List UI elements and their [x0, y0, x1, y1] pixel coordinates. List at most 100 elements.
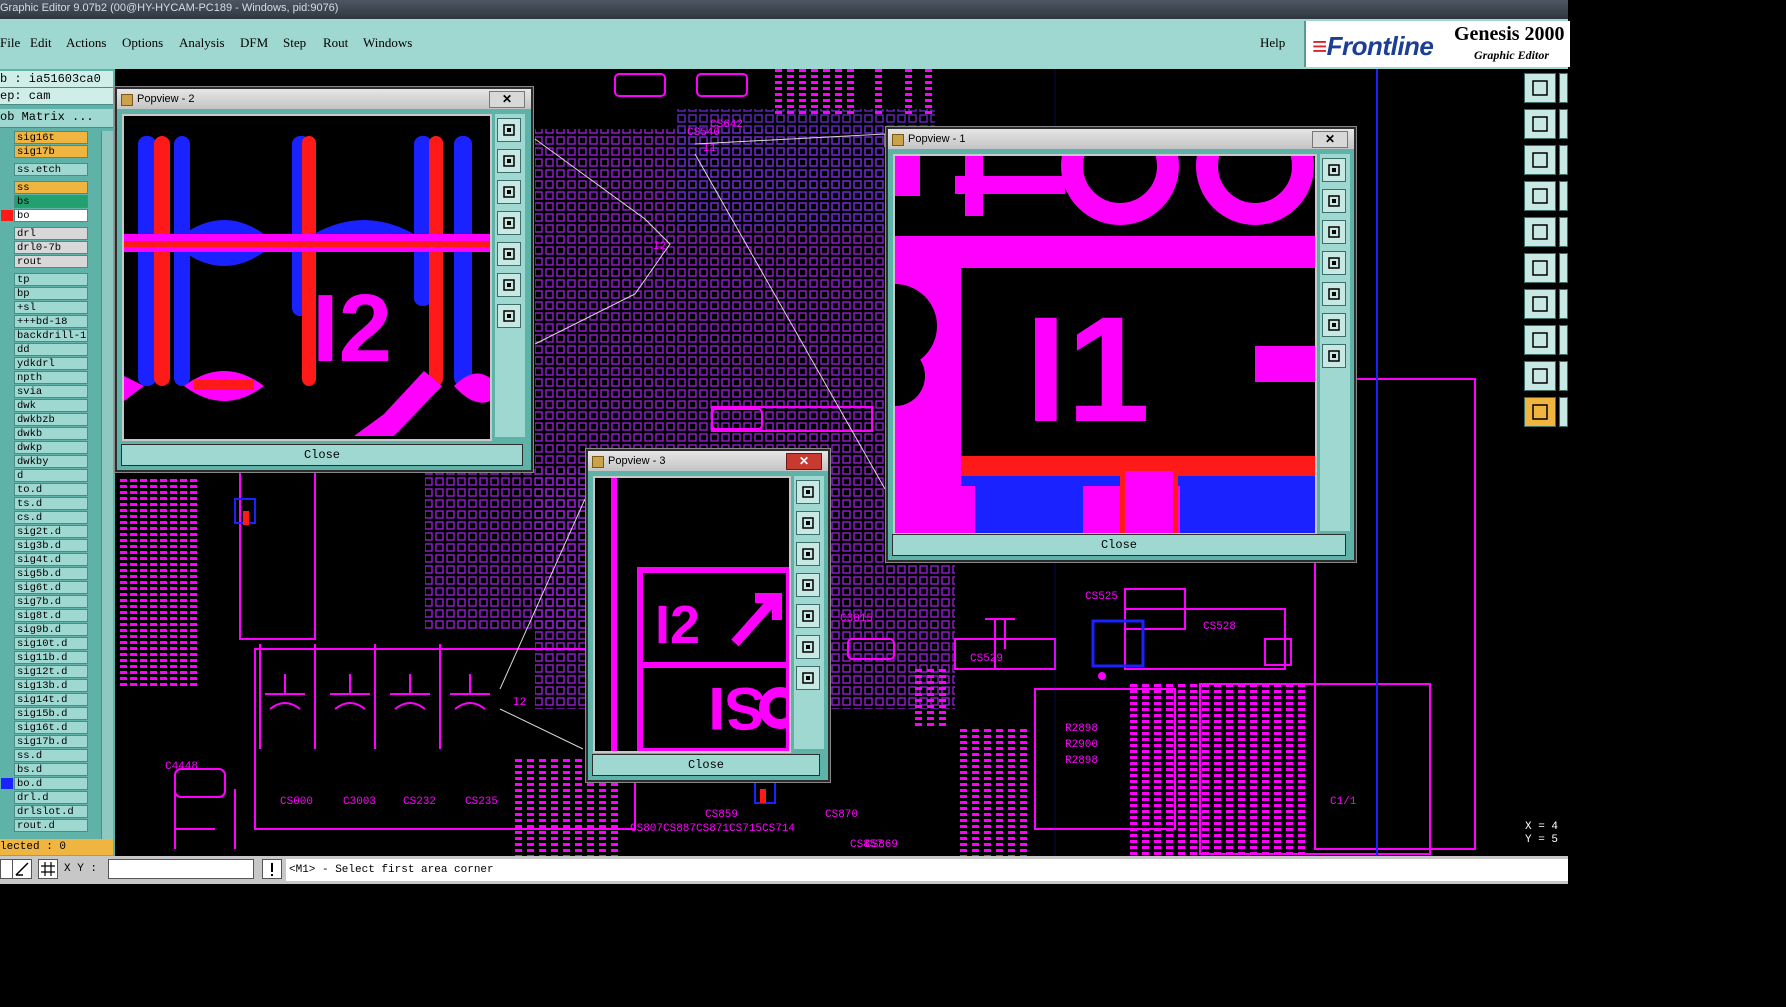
- layer-item[interactable]: sig2t.d: [14, 525, 88, 538]
- layer-item[interactable]: dd: [14, 343, 88, 356]
- delete-icon[interactable]: [1524, 361, 1556, 391]
- zoom-fit-icon[interactable]: [1322, 158, 1346, 182]
- layer-item[interactable]: sig12t.d: [14, 665, 88, 678]
- popview-3-window[interactable]: Popview - 3 ✕ I2 SI Close: [586, 449, 830, 782]
- menu-analysis[interactable]: Analysis: [179, 35, 225, 51]
- layer-item[interactable]: dwk: [14, 399, 88, 412]
- zoom-home-icon[interactable]: [497, 273, 521, 297]
- connect-icon[interactable]: [1524, 253, 1556, 283]
- layer-item[interactable]: ydkdrl: [14, 357, 88, 370]
- layer-item[interactable]: to.d: [14, 483, 88, 496]
- zoom-in-icon[interactable]: [796, 511, 820, 535]
- layer-item[interactable]: bo: [14, 209, 88, 222]
- layer-item[interactable]: bs.d: [14, 763, 88, 776]
- panel-icon[interactable]: [1524, 109, 1556, 139]
- popview-3-titlebar[interactable]: Popview - 3 ✕: [588, 451, 828, 471]
- zoom-fit-icon[interactable]: [796, 480, 820, 504]
- layer-item[interactable]: drl: [14, 227, 88, 240]
- layer-item[interactable]: sig14t.d: [14, 693, 88, 706]
- layer-item[interactable]: backdrill-18: [14, 329, 88, 342]
- menu-rout[interactable]: Rout: [323, 35, 348, 51]
- job-matrix-button[interactable]: ob Matrix ...: [0, 109, 113, 128]
- popview-1-close-button[interactable]: Close: [892, 534, 1346, 556]
- pan-right-icon[interactable]: [497, 242, 521, 266]
- layer-item[interactable]: sig3b.d: [14, 539, 88, 552]
- snap-icon[interactable]: [1524, 217, 1556, 247]
- layer-item[interactable]: sig10t.d: [14, 637, 88, 650]
- open-icon[interactable]: [1524, 73, 1556, 103]
- layer-item[interactable]: sig17b.d: [14, 735, 88, 748]
- delete-alt-icon[interactable]: [1559, 361, 1568, 391]
- layer-item[interactable]: sig13b.d: [14, 679, 88, 692]
- popview-2-window[interactable]: Popview - 2 ✕ I2 Close: [115, 87, 533, 472]
- zoom-out-icon[interactable]: [1322, 220, 1346, 244]
- layer-item[interactable]: +++bd-18: [14, 315, 88, 328]
- layer-item[interactable]: dwkbzb: [14, 413, 88, 426]
- pan-right-icon[interactable]: [1322, 282, 1346, 306]
- layer-item[interactable]: drl0-7b: [14, 241, 88, 254]
- layer-item[interactable]: ss.etch: [14, 163, 88, 176]
- xy-input[interactable]: [108, 859, 254, 879]
- layer-item[interactable]: sig11b.d: [14, 651, 88, 664]
- menu-file[interactable]: File: [0, 35, 20, 51]
- popview-3-view[interactable]: I2 SI: [593, 476, 791, 753]
- layer-item[interactable]: sig17b: [14, 145, 88, 158]
- close-icon[interactable]: ✕: [1312, 131, 1348, 148]
- popview-1-window[interactable]: Popview - 1 ✕ I1 Close: [886, 127, 1356, 562]
- layer-item[interactable]: bo.d: [14, 777, 88, 790]
- layer-item[interactable]: sig7b.d: [14, 595, 88, 608]
- layer-item[interactable]: sig16t.d: [14, 721, 88, 734]
- pan-left-icon[interactable]: [1322, 251, 1346, 275]
- zoom-home-icon[interactable]: [1322, 313, 1346, 337]
- menu-windows[interactable]: Windows: [363, 35, 412, 51]
- open-alt-icon[interactable]: [1559, 73, 1568, 103]
- layer-item[interactable]: ss: [14, 181, 88, 194]
- layer-item[interactable]: sig16t: [14, 131, 88, 144]
- measure-alt-icon[interactable]: [1559, 289, 1568, 319]
- zoom-fit-alt-icon[interactable]: [1559, 145, 1568, 175]
- layer-item[interactable]: sig4t.d: [14, 553, 88, 566]
- popview-1-view[interactable]: I1: [893, 154, 1317, 535]
- popview-2-close-button[interactable]: Close: [121, 444, 523, 466]
- layer-item[interactable]: rout: [14, 255, 88, 268]
- zoom-out-icon[interactable]: [497, 180, 521, 204]
- layer-item[interactable]: rout.d: [14, 819, 88, 832]
- menu-actions[interactable]: Actions: [66, 35, 106, 51]
- zoom-area-icon[interactable]: [497, 304, 521, 328]
- layer-icon[interactable]: [1524, 181, 1556, 211]
- grid-icon[interactable]: [38, 859, 58, 879]
- measure-icon[interactable]: [1524, 289, 1556, 319]
- select-arrow-icon[interactable]: [1524, 397, 1556, 427]
- query-alt-icon[interactable]: [1559, 325, 1568, 355]
- panel-alt-icon[interactable]: [1559, 109, 1568, 139]
- query-icon[interactable]: [1524, 325, 1556, 355]
- zoom-fit-icon[interactable]: [1524, 145, 1556, 175]
- layer-item[interactable]: npth: [14, 371, 88, 384]
- layer-item[interactable]: ts.d: [14, 497, 88, 510]
- zoom-area-icon[interactable]: [796, 666, 820, 690]
- layer-scrollbar[interactable]: [101, 131, 113, 843]
- pan-left-icon[interactable]: [796, 573, 820, 597]
- popview-3-close-button[interactable]: Close: [592, 754, 820, 776]
- menu-help[interactable]: Help: [1260, 35, 1285, 51]
- menu-edit[interactable]: Edit: [30, 35, 52, 51]
- connect-alt-icon[interactable]: [1559, 253, 1568, 283]
- popview-2-view[interactable]: I2: [122, 114, 492, 441]
- layer-item[interactable]: ss.d: [14, 749, 88, 762]
- popview-2-titlebar[interactable]: Popview - 2 ✕: [117, 89, 531, 109]
- select-arrow-alt-icon[interactable]: [1559, 397, 1568, 427]
- close-icon[interactable]: ✕: [489, 91, 525, 108]
- layer-alt-icon[interactable]: [1559, 181, 1568, 211]
- close-icon[interactable]: ✕: [786, 453, 822, 470]
- layer-item[interactable]: sig9b.d: [14, 623, 88, 636]
- layer-item[interactable]: dwkb: [14, 427, 88, 440]
- layer-item[interactable]: drlslot.d: [14, 805, 88, 818]
- zoom-out-icon[interactable]: [796, 542, 820, 566]
- snap-alt-icon[interactable]: [1559, 217, 1568, 247]
- layer-item[interactable]: drl.d: [14, 791, 88, 804]
- layer-item[interactable]: d: [14, 469, 88, 482]
- zoom-fit-icon[interactable]: [497, 118, 521, 142]
- layer-item[interactable]: sig15b.d: [14, 707, 88, 720]
- menu-dfm[interactable]: DFM: [240, 35, 268, 51]
- zoom-in-icon[interactable]: [497, 149, 521, 173]
